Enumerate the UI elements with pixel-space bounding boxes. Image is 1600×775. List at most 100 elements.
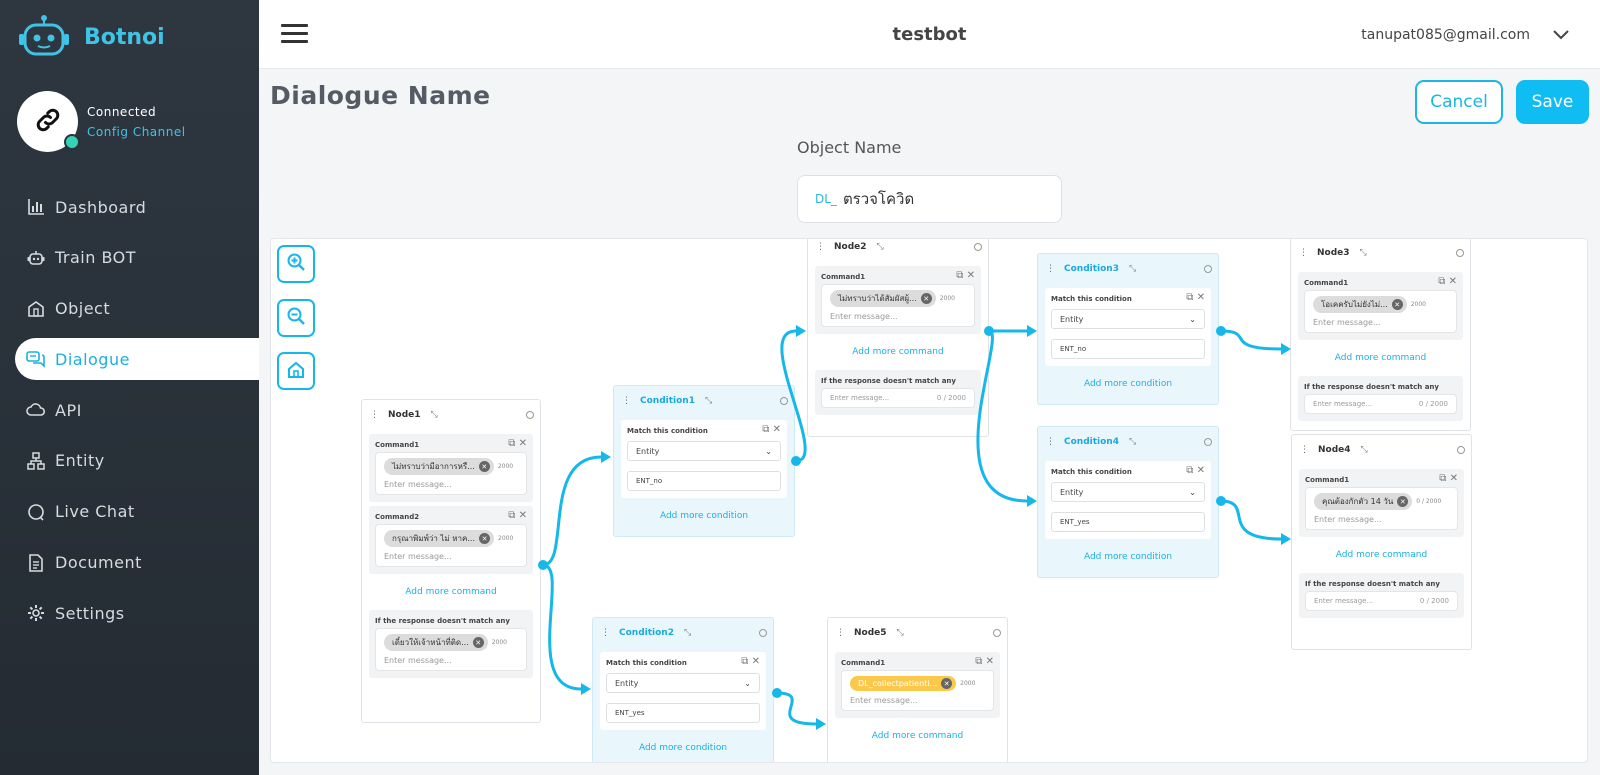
add-more-condition-link[interactable]: Add more condition bbox=[614, 502, 794, 530]
cancel-button[interactable]: Cancel bbox=[1415, 80, 1503, 124]
dialogue-link-chip[interactable]: DL_collectpatienti... ✕ bbox=[850, 676, 957, 691]
message-input[interactable]: Enter message... bbox=[830, 394, 889, 402]
sidebar-item-dashboard[interactable]: Dashboard bbox=[15, 186, 259, 228]
entity-select[interactable]: Entity ⌄ bbox=[606, 673, 760, 693]
add-more-condition-link[interactable]: Add more condition bbox=[593, 734, 773, 762]
message-chip[interactable]: คุณต้องกักตัว 14 วัน ✕ bbox=[1314, 493, 1413, 510]
flow-canvas[interactable]: ⋮ Node1 ⤡ Command1 ⧉ ✕ ไม่ทราบว่ามีอาการ… bbox=[270, 238, 1588, 763]
message-input[interactable]: Enter message... bbox=[384, 656, 518, 665]
sidebar-item-train-bot[interactable]: Train BOT bbox=[15, 237, 259, 279]
message-box[interactable]: DL_collectpatienti... ✕ 2000 Enter message… bbox=[841, 670, 994, 711]
message-box[interactable]: กรุณาพิมพ์ว่า ไม่ หาค... ✕ 2000 Enter mess… bbox=[375, 524, 527, 567]
channel-connection[interactable]: Connected Config Channel bbox=[17, 91, 186, 152]
collapse-icon[interactable]: ⤡ bbox=[1129, 437, 1136, 447]
message-box[interactable]: ไม่ทราบว่ามีอาการหรื... ✕ 2000 Enter messa… bbox=[375, 452, 527, 495]
message-box[interactable]: Enter message... 0 / 2000 bbox=[821, 388, 975, 408]
save-button[interactable]: Save bbox=[1516, 80, 1589, 124]
message-input[interactable]: Enter message... bbox=[1314, 515, 1449, 524]
collapse-icon[interactable]: ⤡ bbox=[1129, 264, 1136, 274]
copy-close-icon[interactable]: ⧉ ✕ bbox=[762, 424, 781, 435]
collapse-icon[interactable]: ⤡ bbox=[1361, 445, 1368, 455]
drag-handle-icon[interactable]: ⋮ bbox=[1046, 437, 1055, 447]
drag-handle-icon[interactable]: ⋮ bbox=[816, 242, 825, 252]
object-name-field[interactable]: DL_ ตรวจโควิด bbox=[797, 175, 1062, 223]
config-channel-link[interactable]: Config Channel bbox=[87, 125, 186, 139]
drag-handle-icon[interactable]: ⋮ bbox=[836, 628, 845, 638]
message-box[interactable]: เดี๋ยวให้เจ้าหน้าที่ติด... ✕ 2000 Enter me… bbox=[375, 628, 527, 671]
add-more-condition-link[interactable]: Add more condition bbox=[1038, 543, 1218, 571]
copy-close-icon[interactable]: ⧉ ✕ bbox=[508, 438, 527, 449]
node-select-radio[interactable] bbox=[993, 629, 1001, 637]
message-input[interactable]: Enter message... bbox=[830, 312, 966, 321]
remove-chip-icon[interactable]: ✕ bbox=[920, 293, 932, 304]
node-node1[interactable]: ⋮ Node1 ⤡ Command1 ⧉ ✕ ไม่ทราบว่ามีอาการ… bbox=[361, 399, 541, 723]
message-chip[interactable]: เดี๋ยวให้เจ้าหน้าที่ติด... ✕ bbox=[384, 634, 488, 651]
collapse-icon[interactable]: ⤡ bbox=[431, 410, 438, 420]
node-node5[interactable]: ⋮ Node5 ⤡ Command1 ⧉ ✕ DL_collectpatient… bbox=[827, 617, 1008, 762]
sidebar-item-object[interactable]: Object bbox=[15, 288, 259, 330]
sidebar-item-api[interactable]: API bbox=[15, 389, 259, 431]
message-input[interactable]: Enter message... bbox=[1314, 597, 1373, 605]
remove-chip-icon[interactable]: ✕ bbox=[1391, 299, 1403, 310]
copy-close-icon[interactable]: ⧉ ✕ bbox=[1438, 276, 1457, 287]
entity-value-field[interactable]: ENT_yes bbox=[606, 703, 760, 723]
copy-close-icon[interactable]: ⧉ ✕ bbox=[1186, 465, 1205, 476]
add-more-command-link[interactable]: Add more command bbox=[828, 722, 1007, 750]
zoom-out-button[interactable] bbox=[277, 299, 315, 337]
node-condition4[interactable]: ⋮ Condition4 ⤡ Match this condition ⧉ ✕ … bbox=[1037, 426, 1219, 578]
message-box[interactable]: ไม่ทราบว่าได้สัมผัสผู้... ✕ 2000 Enter mes… bbox=[821, 284, 975, 327]
add-more-command-link[interactable]: Add more command bbox=[1292, 541, 1471, 569]
message-input[interactable]: Enter message... bbox=[1313, 318, 1448, 327]
remove-chip-icon[interactable]: ✕ bbox=[1397, 496, 1409, 507]
entity-select[interactable]: Entity ⌄ bbox=[1051, 309, 1205, 329]
drag-handle-icon[interactable]: ⋮ bbox=[370, 410, 379, 420]
add-more-command-link[interactable]: Add more command bbox=[808, 338, 988, 366]
message-chip[interactable]: กรุณาพิมพ์ว่า ไม่ หาค... ✕ bbox=[384, 530, 494, 547]
drag-handle-icon[interactable]: ⋮ bbox=[1299, 248, 1308, 258]
remove-chip-icon[interactable]: ✕ bbox=[472, 637, 484, 648]
node-select-radio[interactable] bbox=[1204, 265, 1212, 273]
message-input[interactable]: Enter message... bbox=[384, 480, 518, 489]
message-input[interactable]: Enter message... bbox=[1313, 400, 1372, 408]
node-node4[interactable]: ⋮ Node4 ⤡ Command1 ⧉ ✕ คุณต้องกักตัว 14 … bbox=[1291, 434, 1472, 650]
node-select-radio[interactable] bbox=[1457, 446, 1465, 454]
message-box[interactable]: Enter message... 0 / 2000 bbox=[1305, 591, 1458, 611]
add-more-command-link[interactable]: Add more command bbox=[1291, 344, 1470, 372]
copy-close-icon[interactable]: ⧉ ✕ bbox=[1439, 473, 1458, 484]
remove-chip-icon[interactable]: ✕ bbox=[479, 533, 490, 544]
node-node2[interactable]: ⋮ Node2 ⤡ Command1 ⧉ ✕ ไม่ทราบว่าได้สัมผ… bbox=[807, 239, 989, 437]
node-select-radio[interactable] bbox=[759, 629, 767, 637]
message-box[interactable]: โอเคครับไม่ยังไม่... ✕ 2000 Enter message.… bbox=[1304, 290, 1457, 333]
node-select-radio[interactable] bbox=[780, 397, 788, 405]
node-condition1[interactable]: ⋮ Condition1 ⤡ Match this condition ⧉ ✕ … bbox=[613, 385, 795, 537]
copy-close-icon[interactable]: ⧉ ✕ bbox=[741, 656, 760, 667]
collapse-icon[interactable]: ⤡ bbox=[1360, 248, 1367, 258]
node-node3[interactable]: ⋮ Node3 ⤡ Command1 ⧉ ✕ โอเคครับไม่ยังไม่… bbox=[1290, 239, 1471, 431]
drag-handle-icon[interactable]: ⋮ bbox=[622, 396, 631, 406]
sidebar-item-settings[interactable]: Settings bbox=[15, 592, 259, 634]
add-more-command-link[interactable]: Add more command bbox=[362, 578, 540, 606]
entity-value-field[interactable]: ENT_yes bbox=[1051, 512, 1205, 532]
drag-handle-icon[interactable]: ⋮ bbox=[601, 628, 610, 638]
brand[interactable]: Botnoi bbox=[18, 14, 165, 60]
collapse-icon[interactable]: ⤡ bbox=[877, 242, 884, 252]
drag-handle-icon[interactable]: ⋮ bbox=[1046, 264, 1055, 274]
message-box[interactable]: Enter message... 0 / 2000 bbox=[1304, 394, 1457, 414]
node-select-radio[interactable] bbox=[974, 243, 982, 251]
message-input[interactable]: Enter message... bbox=[850, 696, 985, 705]
node-select-radio[interactable] bbox=[1456, 249, 1464, 257]
message-chip[interactable]: ไม่ทราบว่ามีอาการหรื... ✕ bbox=[384, 458, 494, 475]
user-email[interactable]: tanupat085@gmail.com bbox=[1361, 27, 1530, 43]
entity-select[interactable]: Entity ⌄ bbox=[627, 441, 781, 461]
node-condition3[interactable]: ⋮ Condition3 ⤡ Match this condition ⧉ ✕ … bbox=[1037, 253, 1219, 405]
remove-chip-icon[interactable]: ✕ bbox=[478, 461, 490, 472]
message-chip[interactable]: ไม่ทราบว่าได้สัมผัสผู้... ✕ bbox=[830, 290, 936, 307]
entity-value-field[interactable]: ENT_no bbox=[627, 471, 781, 491]
chevron-down-icon[interactable] bbox=[1552, 26, 1570, 45]
sidebar-item-entity[interactable]: Entity bbox=[15, 440, 259, 482]
sidebar-item-live-chat[interactable]: Live Chat bbox=[15, 491, 259, 533]
entity-value-field[interactable]: ENT_no bbox=[1051, 339, 1205, 359]
zoom-in-button[interactable] bbox=[277, 245, 315, 283]
node-select-radio[interactable] bbox=[526, 411, 534, 419]
collapse-icon[interactable]: ⤡ bbox=[897, 628, 904, 638]
